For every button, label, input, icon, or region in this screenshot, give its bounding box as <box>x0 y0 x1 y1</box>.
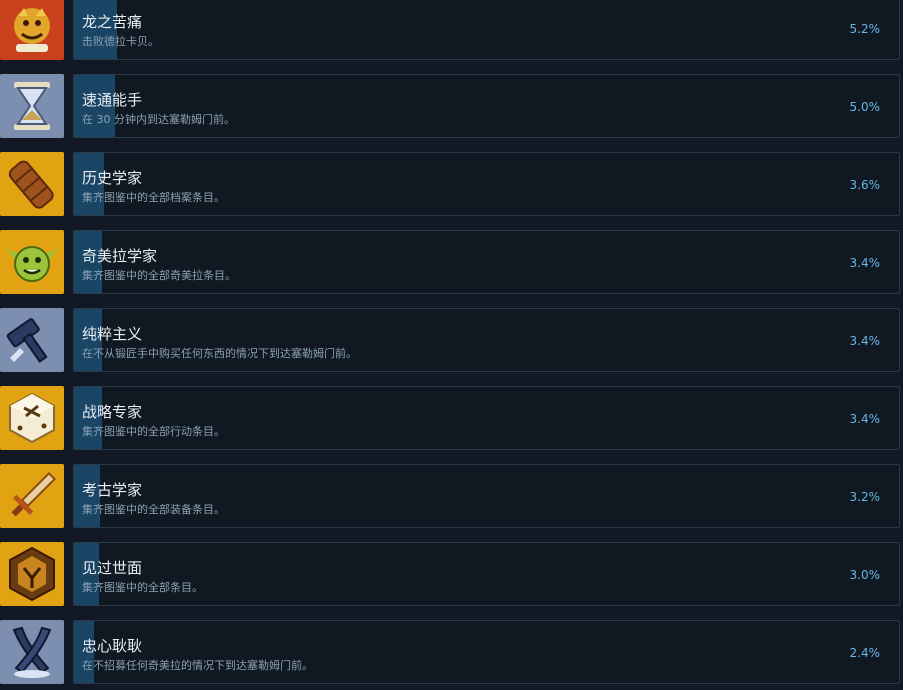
achievement-title: 纯粹主义 <box>82 325 143 343</box>
achievement-row[interactable]: 见过世面 集齐图鉴中的全部条目。 3.0% <box>0 542 903 610</box>
goblin-face-icon <box>0 230 64 294</box>
achievement-title: 龙之苦痛 <box>82 13 143 31</box>
achievement-description: 在不从锻匠手中购买任何东西的情况下到达塞勒姆门前。 <box>82 347 357 360</box>
crossed-horns-icon <box>0 620 64 684</box>
achievement-description: 击败德拉卡贝。 <box>82 35 159 48</box>
achievement-description: 集齐图鉴中的全部装备条目。 <box>82 503 225 516</box>
sword-icon <box>0 464 64 528</box>
achievement-panel: 纯粹主义 在不从锻匠手中购买任何东西的情况下到达塞勒姆门前。 3.4% <box>73 308 900 372</box>
achievement-percent: 3.2% <box>849 490 881 504</box>
achievement-title: 奇美拉学家 <box>82 247 158 265</box>
achievement-panel: 战略专家 集齐图鉴中的全部行动条目。 3.4% <box>73 386 900 450</box>
achievement-icon-frame <box>0 386 64 450</box>
achievement-title: 历史学家 <box>82 169 143 187</box>
achievement-icon-frame <box>0 152 64 216</box>
achievement-percent: 5.2% <box>849 22 881 36</box>
dice-icon <box>0 386 64 450</box>
achievement-icon-frame <box>0 620 64 684</box>
achievement-percent: 5.0% <box>849 100 881 114</box>
achievement-title: 考古学家 <box>82 481 143 499</box>
achievement-panel: 忠心耿耿 在不招募任何奇美拉的情况下到达塞勒姆门前。 2.4% <box>73 620 900 684</box>
achievement-icon-frame <box>0 0 64 60</box>
achievement-row[interactable]: 历史学家 集齐图鉴中的全部档案条目。 3.6% <box>0 152 903 220</box>
achievement-row[interactable]: 奇美拉学家 集齐图鉴中的全部奇美拉条目。 3.4% <box>0 230 903 298</box>
achievement-title: 忠心耿耿 <box>82 637 143 655</box>
hammer-icon <box>0 308 64 372</box>
achievement-description: 在不招募任何奇美拉的情况下到达塞勒姆门前。 <box>82 659 313 672</box>
dragon-icon <box>0 0 64 60</box>
achievement-icon-frame <box>0 74 64 138</box>
achievement-row[interactable]: 纯粹主义 在不从锻匠手中购买任何东西的情况下到达塞勒姆门前。 3.4% <box>0 308 903 376</box>
achievement-panel: 历史学家 集齐图鉴中的全部档案条目。 3.6% <box>73 152 900 216</box>
scroll-icon <box>0 152 64 216</box>
achievement-description: 集齐图鉴中的全部奇美拉条目。 <box>82 269 236 282</box>
hourglass-icon <box>0 74 64 138</box>
achievement-panel: 考古学家 集齐图鉴中的全部装备条目。 3.2% <box>73 464 900 528</box>
achievement-description: 集齐图鉴中的全部行动条目。 <box>82 425 225 438</box>
achievement-panel: 龙之苦痛 击败德拉卡贝。 5.2% <box>73 0 900 60</box>
achievement-row[interactable]: 速通能手 在 30 分钟内到达塞勒姆门前。 5.0% <box>0 74 903 142</box>
achievement-panel: 速通能手 在 30 分钟内到达塞勒姆门前。 5.0% <box>73 74 900 138</box>
achievement-percent: 3.0% <box>849 568 881 582</box>
achievement-title: 战略专家 <box>82 403 143 421</box>
achievement-icon-frame <box>0 542 64 606</box>
achievement-title: 速通能手 <box>82 91 143 109</box>
achievement-row[interactable]: 考古学家 集齐图鉴中的全部装备条目。 3.2% <box>0 464 903 532</box>
achievement-row[interactable]: 龙之苦痛 击败德拉卡贝。 5.2% <box>0 0 903 64</box>
achievement-percent: 3.4% <box>849 256 881 270</box>
achievement-percent: 3.6% <box>849 178 881 192</box>
achievement-icon-frame <box>0 464 64 528</box>
emblem-icon <box>0 542 64 606</box>
achievement-description: 在 30 分钟内到达塞勒姆门前。 <box>82 113 235 126</box>
achievement-percent: 2.4% <box>849 646 881 660</box>
achievement-description: 集齐图鉴中的全部档案条目。 <box>82 191 225 204</box>
achievement-row[interactable]: 忠心耿耿 在不招募任何奇美拉的情况下到达塞勒姆门前。 2.4% <box>0 620 903 688</box>
achievement-panel: 奇美拉学家 集齐图鉴中的全部奇美拉条目。 3.4% <box>73 230 900 294</box>
achievement-percent: 3.4% <box>849 334 881 348</box>
achievement-percent: 3.4% <box>849 412 881 426</box>
achievement-icon-frame <box>0 308 64 372</box>
achievement-row[interactable]: 战略专家 集齐图鉴中的全部行动条目。 3.4% <box>0 386 903 454</box>
achievement-description: 集齐图鉴中的全部条目。 <box>82 581 203 594</box>
achievement-panel: 见过世面 集齐图鉴中的全部条目。 3.0% <box>73 542 900 606</box>
achievement-title: 见过世面 <box>82 559 143 577</box>
achievement-icon-frame <box>0 230 64 294</box>
